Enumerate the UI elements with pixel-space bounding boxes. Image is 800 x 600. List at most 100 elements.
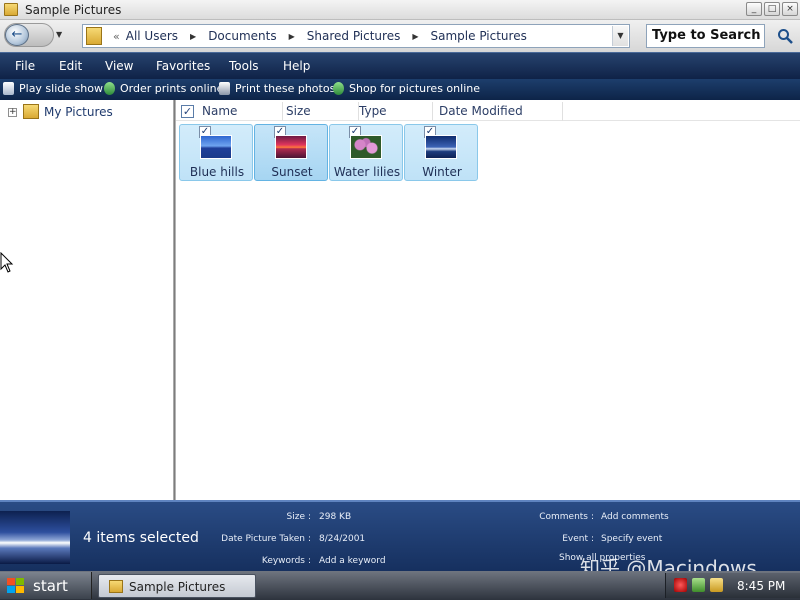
selection-preview bbox=[0, 511, 70, 564]
start-label: start bbox=[33, 577, 68, 595]
detail-separator: : bbox=[591, 512, 595, 522]
menu-edit[interactable]: Edit bbox=[59, 59, 82, 73]
print-icon bbox=[219, 82, 230, 95]
print-photos-button[interactable]: Print these photos bbox=[219, 82, 335, 95]
detail-separator: : bbox=[591, 534, 595, 544]
expand-icon[interactable]: + bbox=[8, 108, 17, 117]
detail-label: Size bbox=[286, 512, 305, 522]
start-button[interactable]: start bbox=[0, 572, 92, 599]
tree-item-my-pictures[interactable]: My Pictures bbox=[44, 105, 113, 119]
file-name: Blue hills bbox=[189, 165, 245, 179]
breadcrumb-label: Documents bbox=[208, 29, 277, 43]
command-label: Order prints online bbox=[120, 82, 224, 95]
breadcrumb[interactable]: « All Users ▶ Documents ▶ Shared Picture… bbox=[82, 24, 630, 48]
clock[interactable]: 8:45 PM bbox=[737, 579, 785, 593]
search-icon[interactable] bbox=[777, 28, 793, 44]
folder-icon bbox=[4, 3, 18, 16]
pictures-folder-icon bbox=[23, 104, 39, 119]
security-shield-icon[interactable] bbox=[674, 578, 687, 592]
file-name: Sunset bbox=[271, 165, 313, 179]
system-tray: 8:45 PM bbox=[665, 573, 800, 598]
file-thumbnail bbox=[200, 135, 232, 159]
breadcrumb-label: Sample Pictures bbox=[430, 29, 527, 43]
breadcrumb-label: All Users bbox=[125, 29, 179, 43]
breadcrumb-sample-pictures[interactable]: Sample Pictures bbox=[431, 29, 527, 43]
volume-icon[interactable] bbox=[710, 578, 723, 592]
menu-tools[interactable]: Tools bbox=[229, 59, 259, 73]
breadcrumb-shared-pictures[interactable]: Shared Pictures ▶ bbox=[307, 29, 419, 43]
select-all-checkbox[interactable]: ✓ bbox=[181, 105, 194, 118]
navigation-buttons: ← bbox=[4, 23, 54, 47]
column-type[interactable]: Type bbox=[353, 102, 433, 121]
file-tile[interactable]: ✓ Winter bbox=[404, 124, 478, 181]
file-thumbnail bbox=[350, 135, 382, 159]
breadcrumb-documents[interactable]: Documents ▶ bbox=[208, 29, 295, 43]
detail-label: Event bbox=[562, 534, 588, 544]
play-slide-show-button[interactable]: Play slide show bbox=[3, 82, 103, 95]
maximize-button[interactable]: □ bbox=[764, 2, 780, 16]
title-bar[interactable]: Sample Pictures _ □ × bbox=[0, 0, 800, 20]
breadcrumb-arrow-icon[interactable]: ▶ bbox=[289, 32, 295, 41]
breadcrumb-label: Shared Pictures bbox=[306, 29, 401, 43]
details-pane: 4 items selected Size : 298 KB Date Pict… bbox=[0, 500, 800, 580]
folder-icon bbox=[109, 580, 123, 593]
breadcrumb-arrow-icon[interactable]: ▶ bbox=[190, 32, 196, 41]
file-name: Water lilies bbox=[333, 165, 401, 179]
command-bar: Play slide show Order prints online Prin… bbox=[0, 79, 800, 100]
breadcrumb-folder-icon bbox=[86, 27, 102, 45]
shop-icon bbox=[333, 82, 344, 95]
close-button[interactable]: × bbox=[782, 2, 798, 16]
detail-keywords-value[interactable]: Add a keyword bbox=[319, 556, 386, 566]
column-size[interactable]: Size bbox=[280, 102, 359, 121]
breadcrumb-overflow-chevron[interactable]: « bbox=[113, 30, 120, 43]
window-title: Sample Pictures bbox=[25, 3, 122, 17]
slideshow-icon bbox=[3, 82, 14, 95]
detail-comments-value[interactable]: Add comments bbox=[601, 512, 669, 522]
taskbar-window-label: Sample Pictures bbox=[129, 580, 226, 594]
file-tile[interactable]: ✓ Blue hills bbox=[179, 124, 253, 181]
order-prints-icon bbox=[104, 82, 115, 95]
command-label: Shop for pictures online bbox=[349, 82, 480, 95]
order-prints-button[interactable]: Order prints online bbox=[104, 82, 223, 95]
detail-separator: : bbox=[308, 534, 312, 544]
column-header: ✓ Name Size Type Date Modified bbox=[176, 102, 800, 121]
minimize-button[interactable]: _ bbox=[746, 2, 762, 16]
search-input[interactable]: Type to Search bbox=[646, 24, 765, 48]
mouse-cursor-icon bbox=[0, 252, 14, 273]
selection-count: 4 items selected bbox=[83, 530, 199, 546]
column-name[interactable]: Name bbox=[196, 102, 283, 121]
folder-tree-pane: + My Pictures bbox=[0, 100, 173, 500]
column-date-modified[interactable]: Date Modified bbox=[433, 102, 563, 121]
taskbar-window-button[interactable]: Sample Pictures bbox=[98, 574, 256, 598]
detail-date-value[interactable]: 8/24/2001 bbox=[319, 534, 365, 544]
window-controls: _ □ × bbox=[746, 2, 798, 16]
detail-label: Date Picture Taken bbox=[221, 534, 305, 544]
address-dropdown-button[interactable]: ▼ bbox=[612, 26, 628, 46]
file-name: Winter bbox=[422, 165, 462, 179]
command-label: Print these photos bbox=[235, 82, 336, 95]
breadcrumb-all-users[interactable]: All Users ▶ bbox=[126, 29, 196, 43]
shop-pictures-button[interactable]: Shop for pictures online bbox=[333, 82, 480, 95]
file-tile[interactable]: ✓ Sunset bbox=[254, 124, 328, 181]
menu-help[interactable]: Help bbox=[283, 59, 310, 73]
menu-favorites[interactable]: Favorites bbox=[156, 59, 210, 73]
recent-pages-dropdown[interactable]: ▼ bbox=[56, 30, 62, 39]
file-thumbnail bbox=[275, 135, 307, 159]
menu-bar: File Edit View Favorites Tools Help bbox=[0, 52, 800, 79]
detail-label: Keywords bbox=[261, 556, 305, 566]
file-tile[interactable]: ✓ Water lilies bbox=[329, 124, 403, 181]
network-icon[interactable] bbox=[692, 578, 705, 592]
breadcrumb-arrow-icon[interactable]: ▶ bbox=[412, 32, 418, 41]
command-label: Play slide show bbox=[19, 82, 103, 95]
detail-separator: : bbox=[308, 512, 312, 522]
back-button[interactable]: ← bbox=[5, 24, 29, 46]
detail-event-value[interactable]: Specify event bbox=[601, 534, 662, 544]
file-thumbnail bbox=[425, 135, 457, 159]
windows-logo-icon bbox=[7, 578, 25, 593]
menu-file[interactable]: File bbox=[15, 59, 35, 73]
address-bar: ← ▼ « All Users ▶ Documents ▶ Shared Pic… bbox=[0, 20, 800, 52]
taskbar: start Sample Pictures 8:45 PM bbox=[0, 571, 800, 600]
detail-label: Comments bbox=[539, 512, 588, 522]
file-list-pane: ✓ Name Size Type Date Modified ✓ Blue hi… bbox=[176, 100, 800, 500]
menu-view[interactable]: View bbox=[105, 59, 133, 73]
